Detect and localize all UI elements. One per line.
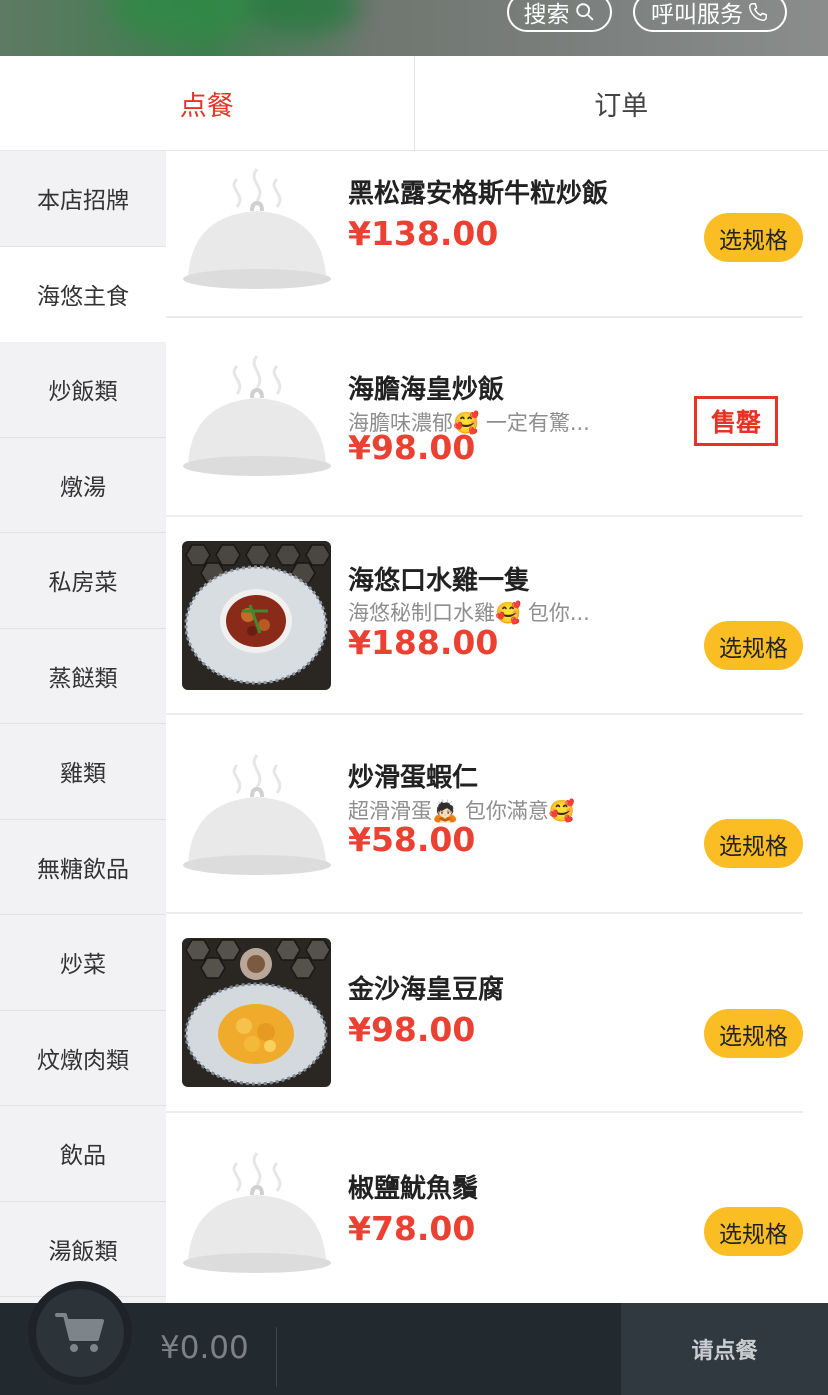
sidebar-item-drinks[interactable]: 飲品	[0, 1106, 166, 1202]
placeholder-cloche-icon	[182, 346, 331, 495]
search-button[interactable]: 搜索	[507, 0, 612, 32]
banner-decoration	[110, 0, 260, 40]
sidebar-item-fried-rice[interactable]: 炒飯類	[0, 342, 166, 438]
dish-photo	[182, 541, 331, 690]
dish-price: ¥98.00	[348, 1010, 476, 1049]
category-sidebar: 本店招牌 海悠主食 炒飯類 燉湯 私房菜 蒸餸類 雞類 無糖飲品 炒菜 炆燉肉類…	[0, 151, 166, 1306]
select-spec-button[interactable]: 选规格	[704, 213, 803, 262]
dish-name: 海膽海皇炒飯	[348, 375, 505, 405]
select-spec-button[interactable]: 选规格	[704, 819, 803, 868]
dish-price: ¥98.00	[348, 428, 476, 467]
dish-name: 金沙海皇豆腐	[348, 975, 505, 1005]
dish-name: 黑松露安格斯牛粒炒飯	[348, 179, 609, 209]
sidebar-item-chicken[interactable]: 雞類	[0, 724, 166, 820]
shopping-cart-icon	[55, 1313, 104, 1352]
list-item[interactable]: 黑松露安格斯牛粒炒飯 ¥138.00 选规格	[166, 151, 803, 318]
banner-decoration	[250, 0, 360, 35]
dish-price: ¥188.00	[348, 623, 499, 662]
dish-price: ¥58.00	[348, 820, 476, 859]
list-item[interactable]: 金沙海皇豆腐 ¥98.00 选规格	[166, 914, 803, 1113]
cart-button[interactable]	[28, 1281, 132, 1385]
sidebar-item-private-dishes[interactable]: 私房菜	[0, 533, 166, 629]
dish-list: 黑松露安格斯牛粒炒飯 ¥138.00 选规格 海膽海皇炒飯 海膽味濃郁🥰 一定有…	[166, 151, 828, 1306]
search-icon	[575, 3, 593, 21]
main-tabs: 点餐 订单	[0, 56, 828, 151]
sidebar-item-braised-meat[interactable]: 炆燉肉類	[0, 1011, 166, 1106]
dish-price: ¥138.00	[348, 214, 499, 253]
call-service-button[interactable]: 呼叫服务	[633, 0, 787, 32]
cart-total: ¥0.00	[160, 1330, 249, 1366]
sidebar-item-steamed-dishes[interactable]: 蒸餸類	[0, 629, 166, 724]
phone-icon	[749, 3, 767, 21]
list-item[interactable]: 海膽海皇炒飯 海膽味濃郁🥰 一定有驚... ¥98.00 售罄	[166, 318, 803, 517]
list-item[interactable]: 椒鹽魷魚鬚 ¥78.00 选规格	[166, 1113, 803, 1306]
list-item[interactable]: 海悠口水雞一隻 海悠秘制口水雞🥰 包你... ¥188.00 选规格	[166, 517, 803, 715]
footer-divider	[276, 1327, 277, 1387]
tab-order-food[interactable]: 点餐	[0, 56, 414, 150]
sidebar-item-stewed-soup[interactable]: 燉湯	[0, 438, 166, 533]
select-spec-button[interactable]: 选规格	[704, 1207, 803, 1256]
placeholder-cloche-icon	[182, 1143, 331, 1292]
select-spec-button[interactable]: 选规格	[704, 621, 803, 670]
call-service-label: 呼叫服务	[651, 2, 743, 28]
dish-photo	[182, 938, 331, 1087]
sidebar-item-sugar-free-drinks[interactable]: 無糖飲品	[0, 820, 166, 915]
sidebar-item-signature[interactable]: 本店招牌	[0, 151, 166, 247]
checkout-button[interactable]: 请点餐	[621, 1303, 828, 1395]
header-banner: 搜索 呼叫服务	[0, 0, 828, 56]
select-spec-button[interactable]: 选规格	[704, 1009, 803, 1058]
placeholder-cloche-icon	[182, 159, 331, 308]
dish-name: 椒鹽魷魚鬚	[348, 1174, 479, 1204]
tab-orders[interactable]: 订单	[413, 56, 828, 150]
placeholder-cloche-icon	[182, 745, 331, 894]
list-item[interactable]: 炒滑蛋蝦仁 超滑滑蛋🙇🏻 包你滿意🥰 ¥58.00 选规格	[166, 715, 803, 914]
sidebar-item-stir-fried-vegetables[interactable]: 炒菜	[0, 915, 166, 1011]
search-label: 搜索	[523, 2, 570, 28]
dish-price: ¥78.00	[348, 1209, 476, 1248]
dish-name: 海悠口水雞一隻	[348, 566, 531, 596]
dish-name: 炒滑蛋蝦仁	[348, 763, 479, 793]
sidebar-item-main-dishes[interactable]: 海悠主食	[0, 246, 166, 342]
sold-out-badge: 售罄	[694, 396, 778, 446]
